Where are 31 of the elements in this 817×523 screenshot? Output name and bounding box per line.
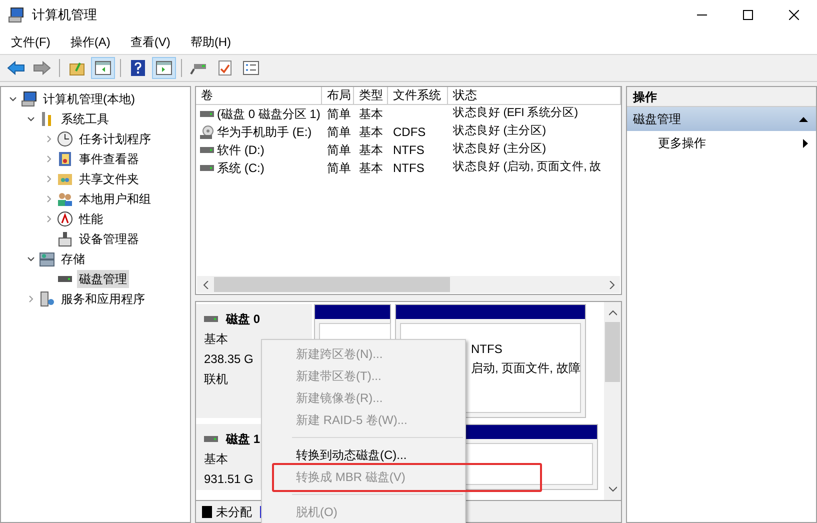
table-cell-text: 系统 (C:)	[217, 160, 264, 177]
disk-info-text: 基本	[204, 331, 228, 348]
table-cell-text: 基本	[359, 124, 383, 141]
table-cell-text: 简单	[327, 142, 351, 159]
table-cell-text: 状态良好 (主分区)	[453, 141, 546, 158]
table-cell-text: 简单	[327, 124, 351, 141]
actions-title: 操作	[627, 87, 816, 107]
table-cell-text: 软件 (D:)	[217, 142, 264, 159]
legend-label: 未分配	[216, 504, 252, 520]
window-title: 计算机管理	[32, 6, 97, 24]
table-cell-text: NTFS	[393, 142, 424, 159]
table-cell-text: 基本	[359, 106, 383, 123]
disk-info-text: 238.35 G	[204, 351, 254, 368]
table-cell-text: 基本	[359, 160, 383, 177]
table-cell-text: 华为手机助手 (E:)	[217, 124, 312, 141]
table-cell-text: (磁盘 0 磁盘分区 1)	[217, 106, 320, 123]
table-cell-text: NTFS	[393, 160, 424, 177]
disk-name: 磁盘 1	[226, 431, 260, 448]
partition-text: 启动, 页面文件, 故障	[471, 360, 580, 377]
table-cell-text: 状态良好 (EFI 系统分区)	[453, 105, 578, 122]
table-cell-text: 简单	[327, 106, 351, 123]
table-cell-text: 状态良好 (主分区)	[453, 123, 546, 140]
disk-name: 磁盘 0	[226, 311, 260, 328]
partition-text: NTFS	[471, 341, 504, 358]
table-cell-text: CDFS	[393, 124, 426, 141]
disk-info-text: 931.51 G	[204, 471, 254, 488]
table-cell-text: 基本	[359, 142, 383, 159]
table-cell-text: 简单	[327, 160, 351, 177]
table-cell-text: 状态良好 (启动, 页面文件, 故	[453, 160, 602, 176]
disk-info-text: 基本	[204, 451, 228, 468]
disk-info-text: 联机	[204, 371, 228, 388]
